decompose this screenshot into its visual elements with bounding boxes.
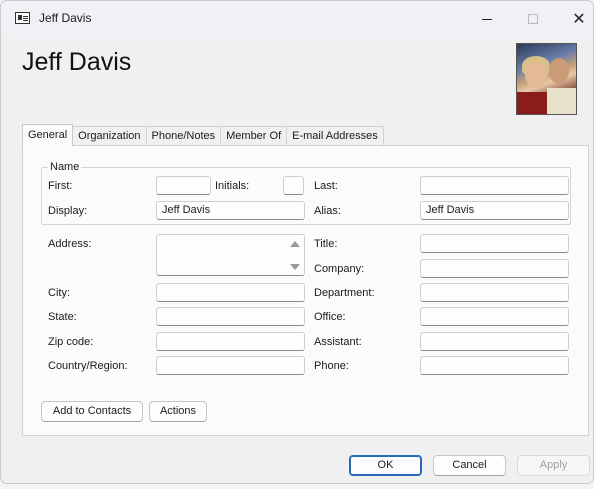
- contact-photo: [516, 43, 577, 115]
- ok-button[interactable]: OK: [349, 455, 422, 476]
- tab-general[interactable]: General: [22, 124, 74, 146]
- first-label: First:: [48, 180, 73, 192]
- zip-code-label: Zip code:: [48, 336, 94, 348]
- assistant-field[interactable]: [420, 332, 569, 351]
- company-field[interactable]: [420, 259, 569, 278]
- close-icon: ✕: [572, 11, 586, 28]
- add-to-contacts-button[interactable]: Add to Contacts: [41, 401, 143, 422]
- tab-phone-notes[interactable]: Phone/Notes: [145, 126, 222, 146]
- address-label: Address:: [48, 238, 92, 250]
- city-label: City:: [48, 287, 70, 299]
- background-window-edge: [594, 0, 606, 489]
- contact-card-icon: [15, 12, 30, 24]
- assistant-label: Assistant:: [314, 336, 362, 348]
- window-title: Jeff Davis: [39, 11, 92, 25]
- maximize-button[interactable]: [510, 1, 556, 37]
- cancel-button[interactable]: Cancel: [433, 455, 506, 476]
- initials-label: Initials:: [215, 180, 250, 192]
- tab-organization[interactable]: Organization: [72, 126, 147, 146]
- minimize-button[interactable]: [464, 1, 510, 37]
- contact-name-heading: Jeff Davis: [22, 48, 132, 76]
- city-field[interactable]: [156, 283, 305, 302]
- general-tab-panel: Name First: Initials: Last: Display: Jef…: [22, 145, 589, 436]
- phone-field[interactable]: [420, 356, 569, 375]
- department-field[interactable]: [420, 283, 569, 302]
- first-name-field[interactable]: [156, 176, 211, 195]
- close-button[interactable]: ✕: [556, 1, 593, 37]
- scroll-up-arrow-icon[interactable]: [290, 241, 300, 247]
- department-label: Department:: [314, 287, 375, 299]
- company-label: Company:: [314, 263, 365, 275]
- title-label: Title:: [314, 238, 338, 250]
- initials-field[interactable]: [283, 176, 304, 195]
- address-textarea[interactable]: [156, 234, 305, 276]
- alias-label: Alias:: [314, 205, 341, 217]
- office-label: Office:: [314, 311, 346, 323]
- display-name-field[interactable]: Jeff Davis: [156, 201, 305, 220]
- actions-button[interactable]: Actions: [149, 401, 207, 422]
- alias-field[interactable]: Jeff Davis: [420, 201, 569, 220]
- title-field[interactable]: [420, 234, 569, 253]
- title-bar[interactable]: Jeff Davis ✕: [1, 1, 593, 37]
- zip-code-field[interactable]: [156, 332, 305, 351]
- state-field[interactable]: [156, 307, 305, 326]
- apply-button[interactable]: Apply: [517, 455, 590, 476]
- country-region-field[interactable]: [156, 356, 305, 375]
- phone-label: Phone:: [314, 360, 349, 372]
- minimize-icon: [482, 18, 492, 20]
- name-group-legend: Name: [48, 161, 82, 173]
- country-region-label: Country/Region:: [48, 360, 128, 372]
- scroll-down-arrow-icon[interactable]: [290, 264, 300, 270]
- last-label: Last:: [314, 180, 338, 192]
- tab-strip: General Organization Phone/Notes Member …: [22, 124, 384, 146]
- display-label: Display:: [48, 205, 88, 217]
- maximize-icon: [528, 14, 538, 24]
- state-label: State:: [48, 311, 77, 323]
- contact-properties-dialog: Jeff Davis ✕ Jeff Davis General Organiza…: [0, 0, 594, 484]
- office-field[interactable]: [420, 307, 569, 326]
- tab-email-addresses[interactable]: E-mail Addresses: [286, 126, 384, 146]
- last-name-field[interactable]: [420, 176, 569, 195]
- tab-member-of[interactable]: Member Of: [220, 126, 288, 146]
